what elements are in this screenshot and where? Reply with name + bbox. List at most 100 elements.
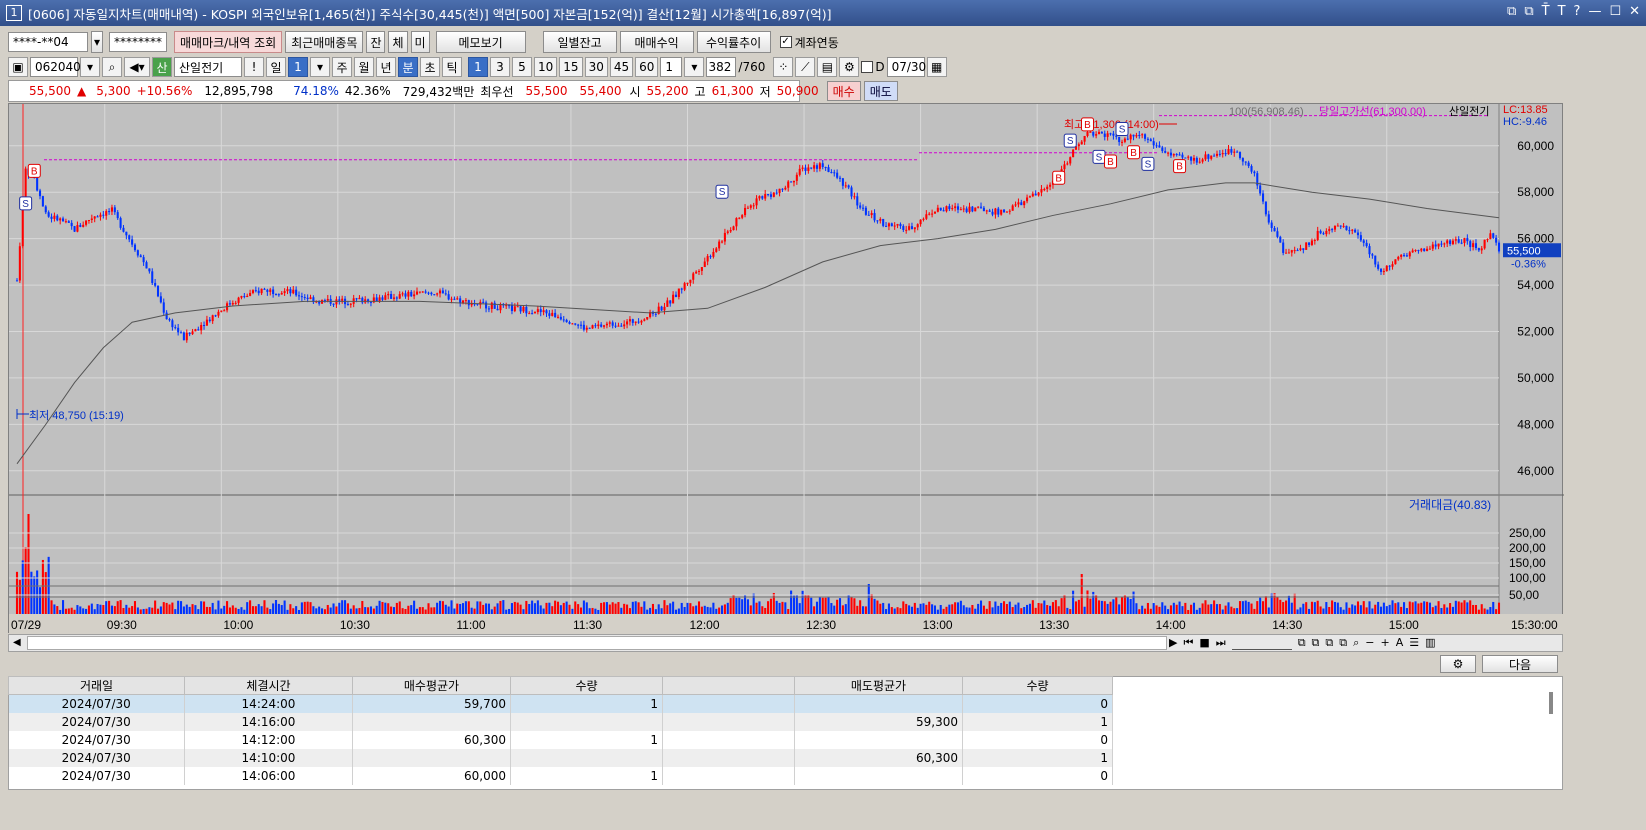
panel-icon[interactable]: ▥ (1425, 636, 1435, 650)
chart-panel[interactable]: 60,000 58,000 56,000 54,000 52,000 50,000 48,0… (8, 103, 1564, 634)
period-value-select[interactable]: 1 (288, 57, 308, 77)
interval-3-button[interactable]: 3 (490, 57, 510, 77)
checkbox-icon[interactable]: ✓ (779, 36, 792, 48)
minus-icon[interactable]: − (1365, 636, 1374, 650)
next-button[interactable]: 다음 (1482, 655, 1558, 673)
col-sell-avg[interactable]: 매도평균가 (794, 676, 963, 695)
col-fill-time[interactable]: 체결시간 (184, 676, 353, 695)
chart-scrollbar[interactable]: ◀ ▶ ⏮ ■ ⏭ ⧉ ⧉ ⧉ ⧉ ⌕ − + A ☰ ▥ (8, 634, 1563, 652)
date-toggle[interactable]: D (861, 60, 885, 74)
buy-button[interactable]: 매수 (826, 81, 861, 101)
table-row[interactable]: 2024/07/30 14:24:00 59,700 1 0 (8, 694, 1113, 713)
trade-mark-query-button[interactable]: 매매마크/내역 조회 (174, 31, 283, 53)
period-minute-button[interactable]: 분 (398, 57, 418, 77)
table-row[interactable]: 2024/07/30 14:06:00 60,000 1 0 (8, 766, 1113, 785)
scroll-thumb[interactable] (27, 636, 1167, 650)
date-checkbox-icon[interactable] (861, 61, 874, 73)
sell-button[interactable]: 매도 (863, 81, 898, 101)
volume-bar (1126, 596, 1129, 614)
window-number: 1 (6, 5, 22, 21)
trade-profit-button[interactable]: 매매수익 (619, 31, 694, 53)
last-icon[interactable]: ⏭ (1216, 636, 1226, 650)
layout-icon[interactable]: ▣ (8, 57, 28, 77)
gear-icon[interactable]: ⚙ (839, 57, 860, 77)
volume-bar (985, 608, 988, 614)
save-icon[interactable]: ▤ (817, 57, 838, 77)
tool-grid-icon[interactable]: ⁘ (773, 57, 794, 77)
daily-balance-button[interactable]: 일별잔고 (542, 31, 617, 53)
layout-icon-1[interactable]: ⧉ (1298, 636, 1306, 650)
candle-body (695, 271, 698, 274)
price-chart[interactable]: 60,00058,00056,00054,00052,00050,00048,0… (9, 104, 1564, 634)
layout-icon-4[interactable]: ⧉ (1339, 636, 1347, 650)
col-trade-date[interactable]: 거래일 (8, 676, 185, 695)
help-icon[interactable]: ? (1574, 4, 1581, 19)
alert-icon[interactable]: ! (244, 57, 264, 77)
interval-1-button[interactable]: 1 (468, 57, 488, 77)
scroll-left-icon[interactable]: ◀ (13, 637, 21, 648)
period-day-button[interactable]: 일 (266, 57, 286, 77)
layout-icon-2[interactable]: ⧉ (1312, 636, 1320, 650)
interval-10-button[interactable]: 10 (534, 57, 558, 77)
account-dropdown-icon[interactable]: ▾ (91, 31, 103, 53)
stock-name-field[interactable]: 산일전기 (174, 57, 242, 77)
date-input[interactable]: 07/30 (886, 57, 926, 77)
layout-icon-3[interactable]: ⧉ (1325, 636, 1333, 650)
unfilled-button[interactable]: 미 (410, 31, 430, 53)
interval-60-button[interactable]: 60 (635, 57, 659, 77)
filled-button[interactable]: 체 (388, 31, 408, 53)
account-select[interactable]: ****-**04 (8, 32, 88, 52)
interval-30-button[interactable]: 30 (584, 57, 608, 77)
font-up-icon[interactable]: T̄ (1542, 4, 1550, 19)
menu-icon[interactable]: ☰ (1409, 636, 1419, 650)
n-dropdown-icon[interactable]: ▾ (684, 57, 705, 77)
maximize-icon[interactable]: ☐ (1609, 4, 1621, 19)
code-dropdown-icon[interactable]: ▾ (80, 57, 100, 77)
zoom-icon[interactable]: ⌕ (1353, 636, 1359, 650)
stock-code-input[interactable]: 062040 (30, 57, 81, 77)
plus-icon[interactable]: + (1381, 636, 1390, 650)
period-dropdown-icon[interactable]: ▾ (310, 57, 330, 77)
zoom-slider[interactable] (1231, 636, 1292, 650)
period-tick-button[interactable]: 틱 (442, 57, 462, 77)
recent-trade-items-button[interactable]: 최근매매종목 (285, 31, 364, 53)
volume-bar (1218, 604, 1221, 614)
copy-window-icon[interactable]: ⧉ (1524, 4, 1533, 19)
period-year-button[interactable]: 년 (376, 57, 396, 77)
balance-button[interactable]: 잔 (366, 31, 386, 53)
col-buy-avg[interactable]: 매수평균가 (352, 676, 511, 695)
table-row[interactable]: 2024/07/30 14:10:00 60,300 1 (8, 748, 1113, 767)
n-value-input[interactable]: 1 (660, 57, 683, 77)
search-icon[interactable]: ⌕ (102, 57, 122, 77)
table-row[interactable]: 2024/07/30 14:12:00 60,300 1 0 (8, 730, 1113, 749)
memo-button[interactable]: 메모보기 (435, 31, 526, 53)
first-icon[interactable]: ⏮ (1183, 636, 1193, 650)
interval-5-button[interactable]: 5 (512, 57, 532, 77)
close-icon[interactable]: ✕ (1629, 4, 1640, 19)
col-sell-qty[interactable]: 수량 (962, 676, 1113, 695)
period-week-button[interactable]: 주 (332, 57, 352, 77)
profit-trend-button[interactable]: 수익률추이 (696, 31, 771, 53)
table-scrollbar[interactable] (1549, 692, 1553, 714)
stop-icon[interactable]: ■ (1199, 636, 1209, 650)
period-second-button[interactable]: 초 (420, 57, 440, 77)
account-link-toggle[interactable]: ✓ 계좌연동 (779, 34, 839, 51)
restore-layout-icon[interactable]: ⧉ (1507, 4, 1516, 19)
interval-45-button[interactable]: 45 (609, 57, 634, 77)
font-icon[interactable]: T (1558, 4, 1566, 19)
text-icon[interactable]: A (1396, 636, 1404, 650)
minimize-icon[interactable]: — (1588, 4, 1601, 19)
sound-icon[interactable]: ◀▾ (124, 57, 150, 77)
volume-bar (706, 606, 709, 614)
scroll-right-icon[interactable]: ▶ (1169, 636, 1177, 650)
table-row[interactable]: 2024/07/30 14:16:00 59,300 1 (8, 712, 1113, 731)
period-month-button[interactable]: 월 (354, 57, 374, 77)
count-input[interactable]: 382 (706, 57, 737, 77)
password-field[interactable]: ******** (109, 32, 167, 52)
calendar-icon[interactable]: ▦ (926, 57, 947, 77)
settings-button[interactable]: ⚙ (1440, 655, 1476, 673)
interval-15-button[interactable]: 15 (559, 57, 583, 77)
candle-body (574, 323, 577, 325)
col-buy-qty[interactable]: 수량 (510, 676, 663, 695)
tool-draw-icon[interactable]: ⟋ (795, 57, 816, 77)
